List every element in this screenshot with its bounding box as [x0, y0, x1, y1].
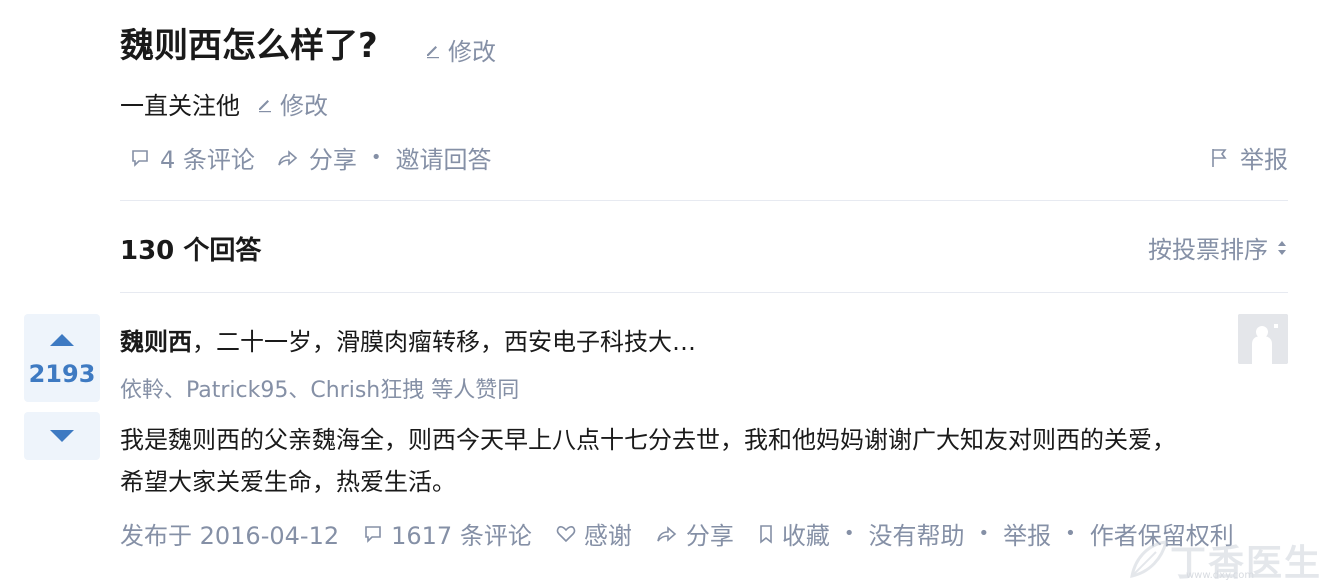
pencil-icon: [256, 95, 274, 113]
divider: [120, 200, 1288, 201]
edit-detail-button[interactable]: 修改: [256, 86, 328, 121]
watermark-logo: 丁香医生 www.dxy.com: [1126, 534, 1326, 584]
comment-icon: [130, 148, 150, 168]
question-action-bar: 4 条评论 分享 • 邀请回答: [130, 140, 492, 175]
answer-report-label: 举报: [1003, 522, 1052, 550]
voters-line: 依軨、Patrick95、Chrish狂拽 等人赞同: [120, 378, 520, 403]
sort-icon: [1276, 239, 1288, 257]
downvote-button[interactable]: [24, 412, 100, 460]
bookmark-icon: [758, 524, 774, 544]
question-detail: 一直关注他 修改: [120, 86, 328, 121]
watermark-leaf-icon: [1130, 540, 1168, 578]
answer-author-line: 魏则西，二十一岁，滑膜肉瘤转移，西安电子科技大…: [120, 322, 696, 357]
question-share-label: 分享: [308, 146, 357, 174]
answer-report-button[interactable]: 举报: [1003, 516, 1051, 551]
edit-title-label: 修改: [448, 38, 496, 66]
question-share-button[interactable]: 分享: [277, 140, 357, 175]
answer-share-button[interactable]: 分享: [656, 516, 734, 551]
collect-label: 收藏: [781, 522, 830, 550]
divider: [120, 292, 1288, 293]
downvote-icon: [50, 430, 74, 442]
vote-count: 2193: [28, 360, 96, 388]
separator-dot: •: [978, 523, 990, 544]
question-comments-label: 4 条评论: [160, 146, 255, 174]
sort-dropdown[interactable]: 按投票排序: [1148, 230, 1288, 265]
answer-count: 130 个回答: [120, 236, 262, 266]
upvote-button[interactable]: 2193: [24, 314, 100, 402]
invite-answer-label: 邀请回答: [395, 146, 492, 174]
not-helpful-button[interactable]: 没有帮助: [868, 516, 964, 551]
separator-dot: •: [1065, 523, 1076, 544]
share-icon: [277, 148, 299, 168]
answer-share-label: 分享: [685, 522, 734, 550]
answer-body-line-1: 我是魏则西的父亲魏海全，则西今天早上八点十七分去世，我和他妈妈谢谢广大知友对则西…: [120, 426, 1176, 454]
upvote-icon: [50, 334, 74, 346]
question-title-text: 魏则西怎么样了?: [120, 26, 378, 66]
author-name[interactable]: 魏则西: [120, 328, 192, 356]
flag-icon: [1210, 147, 1230, 169]
share-icon: [656, 524, 678, 544]
watermark-url: www.dxy.com: [1186, 570, 1255, 581]
answer-body-line-2: 希望大家关爱生命，热爱生活。: [120, 468, 456, 496]
separator-dot: •: [843, 523, 855, 544]
answer-comments-label: 1617 条评论: [391, 522, 532, 550]
heart-icon: [556, 524, 576, 544]
sort-label: 按投票排序: [1148, 236, 1268, 264]
not-helpful-label: 没有帮助: [868, 522, 965, 550]
edit-detail-label: 修改: [280, 92, 328, 120]
invite-answer-button[interactable]: 邀请回答: [396, 140, 492, 175]
question-report-button[interactable]: 举报: [1210, 140, 1288, 175]
avatar[interactable]: [1238, 314, 1288, 364]
question-comments-button[interactable]: 4 条评论: [130, 140, 255, 175]
author-bio: ，二十一岁，滑膜肉瘤转移，西安电子科技大…: [192, 328, 696, 356]
question-report-label: 举报: [1240, 146, 1288, 174]
publish-date-label: 发布于 2016-04-12: [120, 522, 340, 550]
thanks-label: 感谢: [583, 522, 632, 550]
separator-dot: •: [370, 147, 382, 168]
question-title: 魏则西怎么样了?: [120, 18, 378, 67]
edit-title-button[interactable]: 修改: [424, 32, 496, 67]
publish-date[interactable]: 发布于 2016-04-12: [120, 516, 339, 551]
answer-comments-button[interactable]: 1617 条评论: [363, 516, 532, 551]
question-detail-text: 一直关注他: [120, 92, 240, 120]
collect-button[interactable]: 收藏: [758, 516, 830, 551]
thanks-button[interactable]: 感谢: [556, 516, 632, 551]
pencil-icon: [424, 41, 442, 59]
answer-footer: 发布于 2016-04-12 1617 条评论 感谢 分享 收藏 • 没有帮助 …: [120, 516, 1234, 551]
comment-icon: [363, 524, 383, 544]
